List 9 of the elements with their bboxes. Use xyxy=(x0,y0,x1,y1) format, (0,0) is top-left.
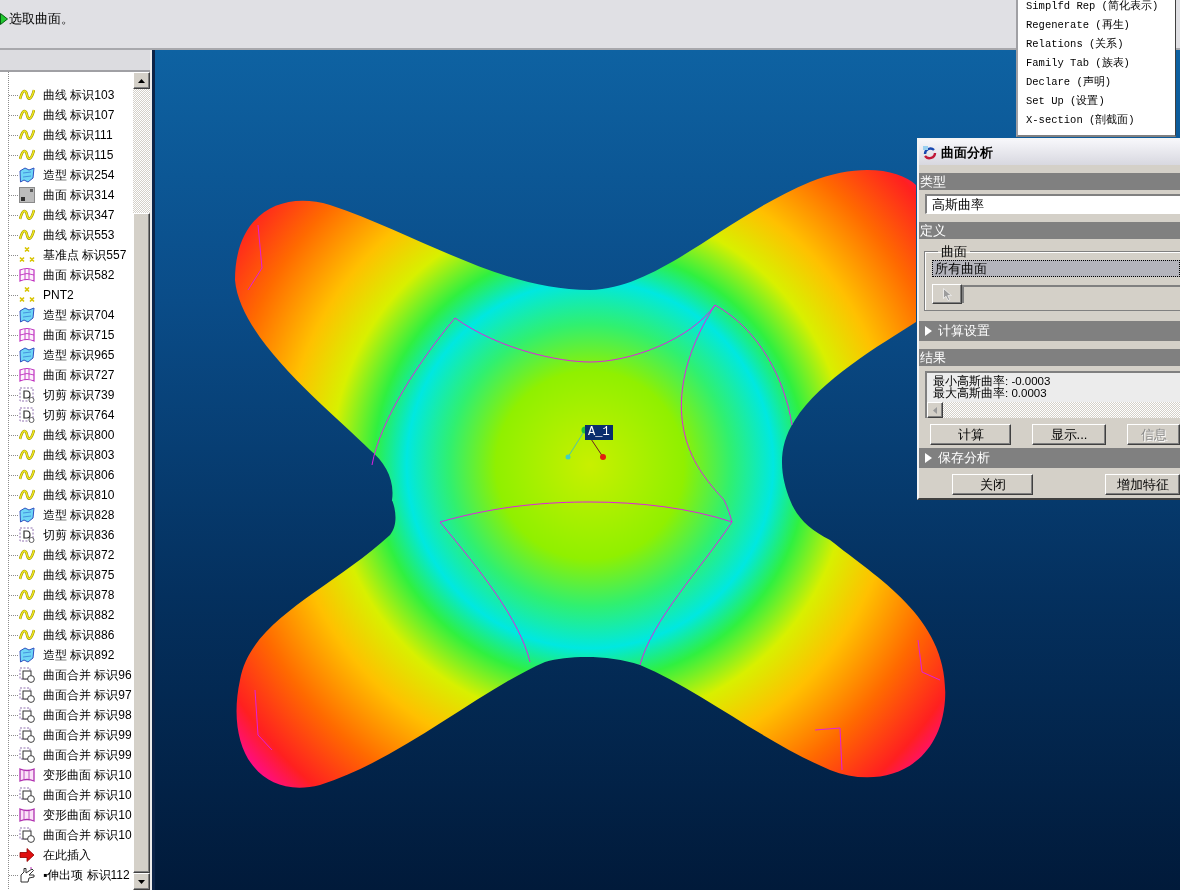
result-line: 最小高斯曲率: -0.0003 xyxy=(932,375,1052,387)
result-line: 最大高斯曲率: 0.0003 xyxy=(932,387,1048,399)
section-header: 定义 xyxy=(919,222,1180,239)
prompt-message: 选取曲面。 xyxy=(9,11,74,27)
axis-label: A_1 xyxy=(585,425,613,440)
section-header: 类型 xyxy=(919,173,1180,190)
group-label: 曲面 xyxy=(940,244,968,259)
section-header: 结果 xyxy=(919,349,1180,366)
dialog-title: 曲面分析 xyxy=(941,143,993,162)
